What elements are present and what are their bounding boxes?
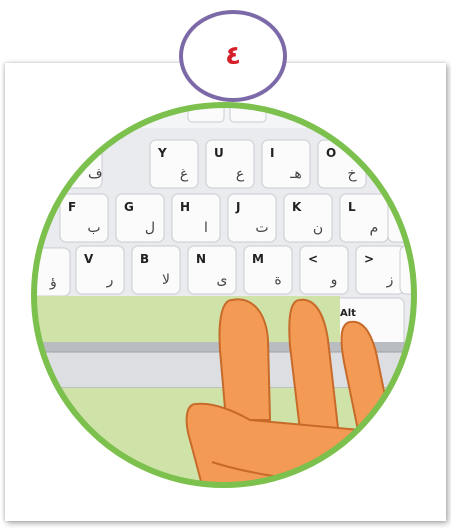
- key-latin-label: V: [84, 252, 94, 266]
- key-latin-label: M: [252, 252, 264, 266]
- key-latin-label: L: [348, 200, 356, 214]
- key-partial-right-1: [387, 141, 414, 189]
- key-latin-label: K: [292, 200, 302, 214]
- key-latin-label: >: [364, 252, 374, 266]
- key-partial-arabic-2: ج: [396, 166, 406, 182]
- key-arabic-label: خ: [347, 166, 357, 182]
- key-latin-label: <: [308, 252, 318, 266]
- key-arabic-label: ى: [217, 272, 228, 288]
- step-number: ٤: [225, 41, 241, 71]
- key-latin-label: G: [124, 200, 134, 214]
- key-arabic-label: و: [330, 272, 338, 288]
- key-arabic-label: غ: [180, 166, 189, 182]
- key-latin-label: H: [180, 200, 190, 214]
- key-arabic-label: م: [370, 220, 379, 236]
- step-number-badge: ٤: [179, 10, 287, 102]
- key-arabic-label: ب: [87, 220, 100, 236]
- key-latin-label: O: [326, 146, 336, 160]
- key-partial-arabic-3: ؤ: [49, 274, 57, 290]
- key-arabic-label: ت: [255, 220, 268, 236]
- key-arabic-label: ن: [313, 220, 323, 236]
- key-latin-label: U: [214, 146, 224, 160]
- key-latin-label: Y: [157, 146, 167, 160]
- key-arabic-label: ز: [386, 272, 394, 288]
- key-arabic-label: ا: [204, 220, 208, 236]
- key-latin-label: N: [196, 252, 206, 266]
- key-arabic-label: هـ: [289, 166, 301, 182]
- key-latin-label: I: [270, 146, 274, 160]
- key-latin-label: J: [235, 200, 240, 214]
- alt-key-label: Alt: [340, 308, 356, 319]
- key-latin-label: B: [140, 252, 149, 266]
- key-arabic-label: ر: [106, 272, 114, 288]
- key-arabic-label: ة: [274, 272, 281, 288]
- key-arabic-label: ع: [236, 166, 245, 182]
- key-partial-arabic-1: ف: [88, 166, 103, 182]
- key-partial-right-3: [399, 245, 414, 295]
- key-arabic-label: ل: [145, 220, 155, 236]
- key-arabic-label: لا: [162, 272, 170, 288]
- key-latin-label: F: [68, 200, 76, 214]
